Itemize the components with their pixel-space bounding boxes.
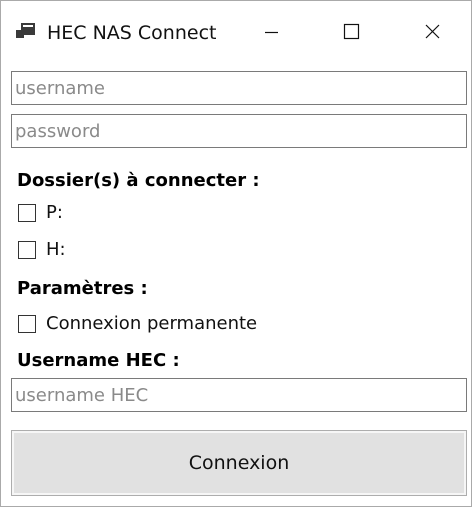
connect-button[interactable]: Connexion <box>11 430 467 496</box>
maximize-button[interactable] <box>311 1 391 63</box>
checkbox-box[interactable] <box>18 315 36 333</box>
folder-h-label: H: <box>46 239 66 260</box>
close-button[interactable] <box>391 1 471 63</box>
settings-heading: Paramètres : <box>17 278 148 299</box>
minimize-button[interactable] <box>231 1 311 63</box>
connect-button-label: Connexion <box>188 452 290 474</box>
hec-username-heading: Username HEC : <box>17 350 180 371</box>
hec-username-input[interactable] <box>11 378 467 412</box>
username-input[interactable] <box>11 71 467 105</box>
maximize-icon <box>343 23 360 40</box>
title-bar[interactable]: HEC NAS Connect <box>1 1 471 63</box>
close-icon <box>425 24 440 39</box>
checkbox-box[interactable] <box>18 204 36 222</box>
permanent-connection-label: Connexion permanente <box>46 313 258 334</box>
password-input[interactable] <box>11 114 467 148</box>
checkbox-box[interactable] <box>18 241 36 259</box>
folder-p-label: P: <box>46 202 63 223</box>
minimize-icon <box>265 31 278 34</box>
window-title: HEC NAS Connect <box>47 22 217 44</box>
folders-heading: Dossier(s) à connecter : <box>17 170 260 191</box>
folder-h-checkbox[interactable]: H: <box>18 239 66 261</box>
app-window-icon <box>16 20 38 42</box>
permanent-connection-checkbox[interactable]: Connexion permanente <box>18 313 257 335</box>
app-window: HEC NAS Connect Dossier(s) à connecter :… <box>0 0 472 507</box>
folder-p-checkbox[interactable]: P: <box>18 202 63 224</box>
